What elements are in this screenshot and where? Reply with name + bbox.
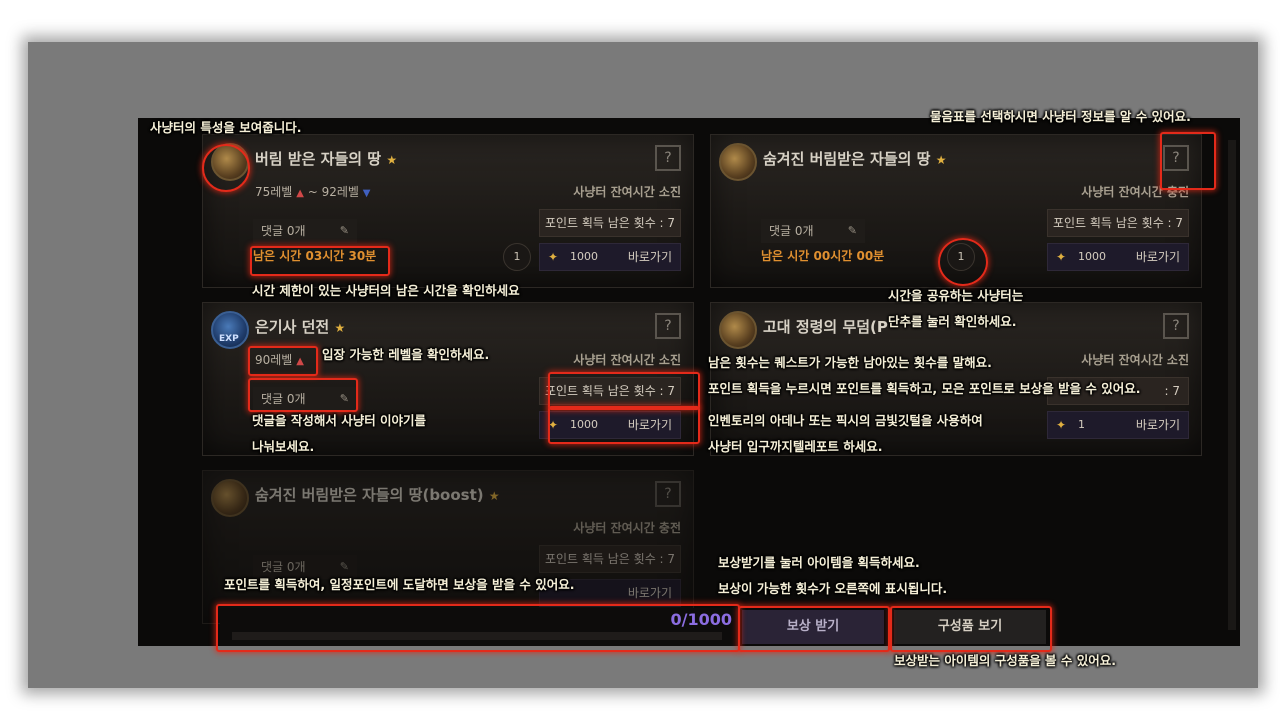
exp-emblem-icon: EXP <box>211 311 249 349</box>
annotation-teleport-1: 인벤토리의 아데나 또는 픽시의 금빛깃털을 사용하여 <box>708 413 983 428</box>
goto-button[interactable]: 바로가기 <box>628 580 672 606</box>
star-icon: ★ <box>935 153 947 167</box>
card-title-text: 고대 정령의 무덤(P <box>763 318 888 336</box>
highlight-remaining-time <box>250 246 390 276</box>
points-partial: : 7 <box>1164 384 1181 398</box>
points-remaining-button[interactable]: 포인트 획득 남은 횟수 : 7 <box>539 545 681 573</box>
triangle-up-icon: ▲ <box>296 188 304 199</box>
time-status: 사냥터 잔여시간 소진 <box>573 185 681 199</box>
exp-badge: EXP <box>219 334 239 344</box>
card-title-text: 은기사 던전 <box>255 318 330 336</box>
annotation-reward-1: 보상받기를 눌러 아이템을 획득하세요. <box>718 555 920 570</box>
level-max: ~ 92레벨 <box>307 185 359 199</box>
remaining-time: 남은 시간 00시간 00분 <box>761 249 885 263</box>
annotation-points: 포인트 획득을 누르시면 포인트를 획득하고, 모은 포인트로 보상을 받을 수… <box>708 381 1141 396</box>
card-title: 숨겨진 버림받은 자들의 땅 ★ <box>763 148 946 169</box>
hunting-card-5: 숨겨진 버림받은 자들의 땅(boost) ★ ? 사냥터 잔여시간 충전 댓글… <box>202 470 694 624</box>
highlight-level <box>248 346 318 376</box>
triangle-down-icon: ▼ <box>362 188 371 199</box>
comment-label: 댓글 0개 <box>261 224 306 238</box>
highlight-question <box>1160 132 1216 190</box>
coin-icon: ✦ <box>548 250 559 264</box>
annotation-share-1: 시간을 공유하는 사냥터는 <box>888 288 1024 303</box>
annotation-remaining-time: 시간 제한이 있는 사냥터의 남은 시간을 확인하세요 <box>252 283 520 298</box>
card-title-text: 숨겨진 버림받은 자들의 땅(boost) <box>255 486 484 504</box>
star-icon: ★ <box>386 153 398 167</box>
question-mark-icon[interactable]: ? <box>655 481 681 507</box>
highlight-comment <box>248 378 358 412</box>
highlight-teleport <box>548 406 700 444</box>
cost-value: 1000 <box>570 250 598 263</box>
hunting-ground-emblem-icon <box>211 479 249 517</box>
highlight-points <box>548 372 700 410</box>
highlight-share <box>938 238 988 286</box>
highlight-reward <box>738 606 890 652</box>
pencil-icon: ✎ <box>339 224 349 237</box>
time-status: 사냥터 잔여시간 충전 <box>573 521 681 535</box>
time-status: 사냥터 잔여시간 소진 <box>573 353 681 367</box>
annotation-traits: 사냥터의 특성을 보여줍니다. <box>150 120 302 135</box>
cost-value: 1 <box>1078 418 1085 431</box>
question-mark-icon[interactable]: ? <box>655 145 681 171</box>
coin-icon: ✦ <box>1056 418 1067 432</box>
highlight-progress <box>216 604 740 652</box>
points-remaining-button[interactable]: 포인트 획득 남은 횟수 : 7 <box>539 209 681 237</box>
annotation-comment-2: 나눠보세요. <box>252 439 315 454</box>
annotation-progress: 포인트를 획득하여, 일정포인트에 도달하면 보상을 받을 수 있어요. <box>224 577 575 592</box>
teleport-row[interactable]: ✦ 1000 바로가기 <box>1047 243 1189 271</box>
points-remaining-button[interactable]: 포인트 획득 남은 횟수 : 7 <box>1047 209 1189 237</box>
comment-button[interactable]: 댓글 0개 ✎ <box>761 219 865 243</box>
hunting-ground-emblem-icon <box>719 143 757 181</box>
goto-button[interactable]: 바로가기 <box>1136 244 1180 270</box>
time-status: 사냥터 잔여시간 소진 <box>1081 353 1189 367</box>
highlight-emblem <box>202 144 250 192</box>
hunting-ground-emblem-icon <box>719 311 757 349</box>
card-title-text: 숨겨진 버림받은 자들의 땅 <box>763 150 931 168</box>
share-time-button[interactable]: 1 <box>503 243 531 271</box>
comment-label: 댓글 0개 <box>769 224 814 238</box>
annotation-question: 물음표를 선택하시면 사냥터 정보를 알 수 있어요. <box>930 109 1191 124</box>
goto-button[interactable]: 바로가기 <box>628 244 672 270</box>
annotation-reward-2: 보상이 가능한 횟수가 오른쪽에 표시됩니다. <box>718 581 948 596</box>
question-mark-icon[interactable]: ? <box>655 313 681 339</box>
level-min: 75레벨 <box>255 185 293 199</box>
comment-button[interactable]: 댓글 0개 ✎ <box>253 219 357 243</box>
annotation-count: 남은 횟수는 퀘스트가 가능한 남아있는 횟수를 말해요. <box>708 355 992 370</box>
cost-value: 1000 <box>1078 250 1106 263</box>
coin-icon: ✦ <box>1056 250 1067 264</box>
teleport-row[interactable]: ✦ 1 바로가기 <box>1047 411 1189 439</box>
teleport-row[interactable]: ✦ 1000 바로가기 <box>539 243 681 271</box>
card-title: 버림 받은 자들의 땅 ★ <box>255 148 397 169</box>
annotation-level: 입장 가능한 레벨을 확인하세요. <box>322 347 490 362</box>
goto-button[interactable]: 바로가기 <box>1136 412 1180 438</box>
annotation-share-2: 단추를 눌러 확인하세요. <box>888 314 1017 329</box>
question-mark-icon[interactable]: ? <box>1163 313 1189 339</box>
card-title: 숨겨진 버림받은 자들의 땅(boost) ★ <box>255 484 500 505</box>
star-icon: ★ <box>488 489 500 503</box>
annotation-comment-1: 댓글을 작성해서 사냥터 이야기를 <box>252 413 427 428</box>
card-title: 은기사 던전 ★ <box>255 316 345 337</box>
level-range: 75레벨 ▲ ~ 92레벨 ▼ <box>255 183 370 200</box>
star-icon: ★ <box>334 321 346 335</box>
annotation-components: 보상받는 아이템의 구성품을 볼 수 있어요. <box>894 653 1117 668</box>
highlight-components <box>890 606 1052 652</box>
pencil-icon: ✎ <box>847 224 857 237</box>
annotation-teleport-2: 사냥터 입구까지텔레포트 하세요. <box>708 439 883 454</box>
scrollbar[interactable] <box>1228 140 1236 630</box>
card-title: 고대 정령의 무덤(P <box>763 316 888 337</box>
card-title-text: 버림 받은 자들의 땅 <box>255 150 382 168</box>
